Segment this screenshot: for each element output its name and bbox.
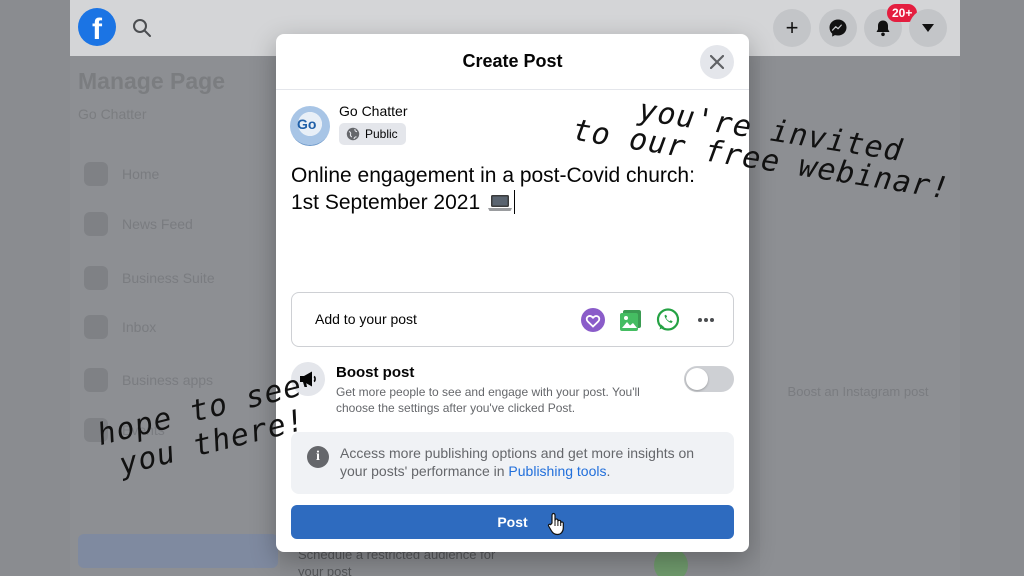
toggle-knob: [686, 368, 708, 390]
account-menu-button[interactable]: [909, 9, 947, 47]
messenger-button[interactable]: [819, 9, 857, 47]
home-icon: [84, 162, 108, 186]
page-name: Go Chatter: [339, 103, 408, 119]
post-text-line-2: 1st September 2021: [291, 191, 481, 214]
text-cursor: [513, 190, 515, 214]
sidebar-item-news-feed[interactable]: News Feed: [78, 202, 268, 246]
business-suite-icon: [84, 266, 108, 290]
business-apps-icon: [84, 368, 108, 392]
sidebar-action-button[interactable]: [78, 534, 278, 568]
sidebar-item-inbox[interactable]: Inbox: [78, 305, 268, 349]
add-to-post-label: Add to your post: [315, 311, 417, 327]
sidebar-item-business-suite[interactable]: Business Suite: [78, 256, 268, 300]
hand-cursor-icon: [547, 512, 564, 536]
photo-icon[interactable]: [618, 307, 644, 333]
audience-label: Public: [365, 127, 398, 141]
publishing-info-text: Access more publishing options and get m…: [340, 445, 695, 479]
search-icon[interactable]: [132, 18, 152, 38]
caret-down-icon: [922, 24, 934, 32]
dialog-title: Create Post: [462, 51, 563, 71]
boost-post-title: Boost post: [336, 364, 415, 381]
sidebar-item-home[interactable]: Home: [78, 152, 268, 196]
publishing-info-box: i Access more publishing options and get…: [291, 432, 734, 494]
info-icon: i: [307, 446, 329, 468]
more-icon[interactable]: [693, 307, 719, 333]
page-avatar: Go: [290, 106, 330, 146]
close-icon: [710, 55, 724, 69]
publishing-tools-link[interactable]: Publishing tools: [508, 463, 606, 479]
messenger-icon: [829, 19, 847, 37]
globe-icon: [346, 127, 360, 141]
inbox-icon: [84, 315, 108, 339]
manage-page-title: Manage Page: [78, 68, 225, 94]
feeling-heart-icon[interactable]: [580, 307, 606, 333]
dialog-header: Create Post: [276, 34, 749, 90]
bell-icon: [876, 20, 890, 37]
check-icon: [654, 548, 688, 576]
post-text-line-1: Online engagement in a post-Covid church…: [291, 164, 695, 187]
facebook-logo-icon[interactable]: f: [78, 8, 116, 46]
news-feed-icon: [84, 212, 108, 236]
audience-selector-button[interactable]: Public: [339, 123, 406, 145]
close-button[interactable]: [700, 45, 734, 79]
post-text-area[interactable]: Online engagement in a post-Covid church…: [291, 162, 741, 216]
page-subtitle: Go Chatter: [78, 106, 147, 122]
create-plus-button[interactable]: +: [773, 9, 811, 47]
post-button[interactable]: Post: [291, 505, 734, 539]
boost-instagram-text: Boost an Instagram post: [787, 384, 929, 399]
laptop-emoji-icon: [487, 195, 512, 211]
boost-post-toggle[interactable]: [684, 366, 734, 392]
add-to-your-post-bar: Add to your post: [291, 292, 734, 347]
whatsapp-icon[interactable]: [655, 307, 681, 333]
boost-post-description: Get more people to see and engage with y…: [336, 385, 640, 415]
